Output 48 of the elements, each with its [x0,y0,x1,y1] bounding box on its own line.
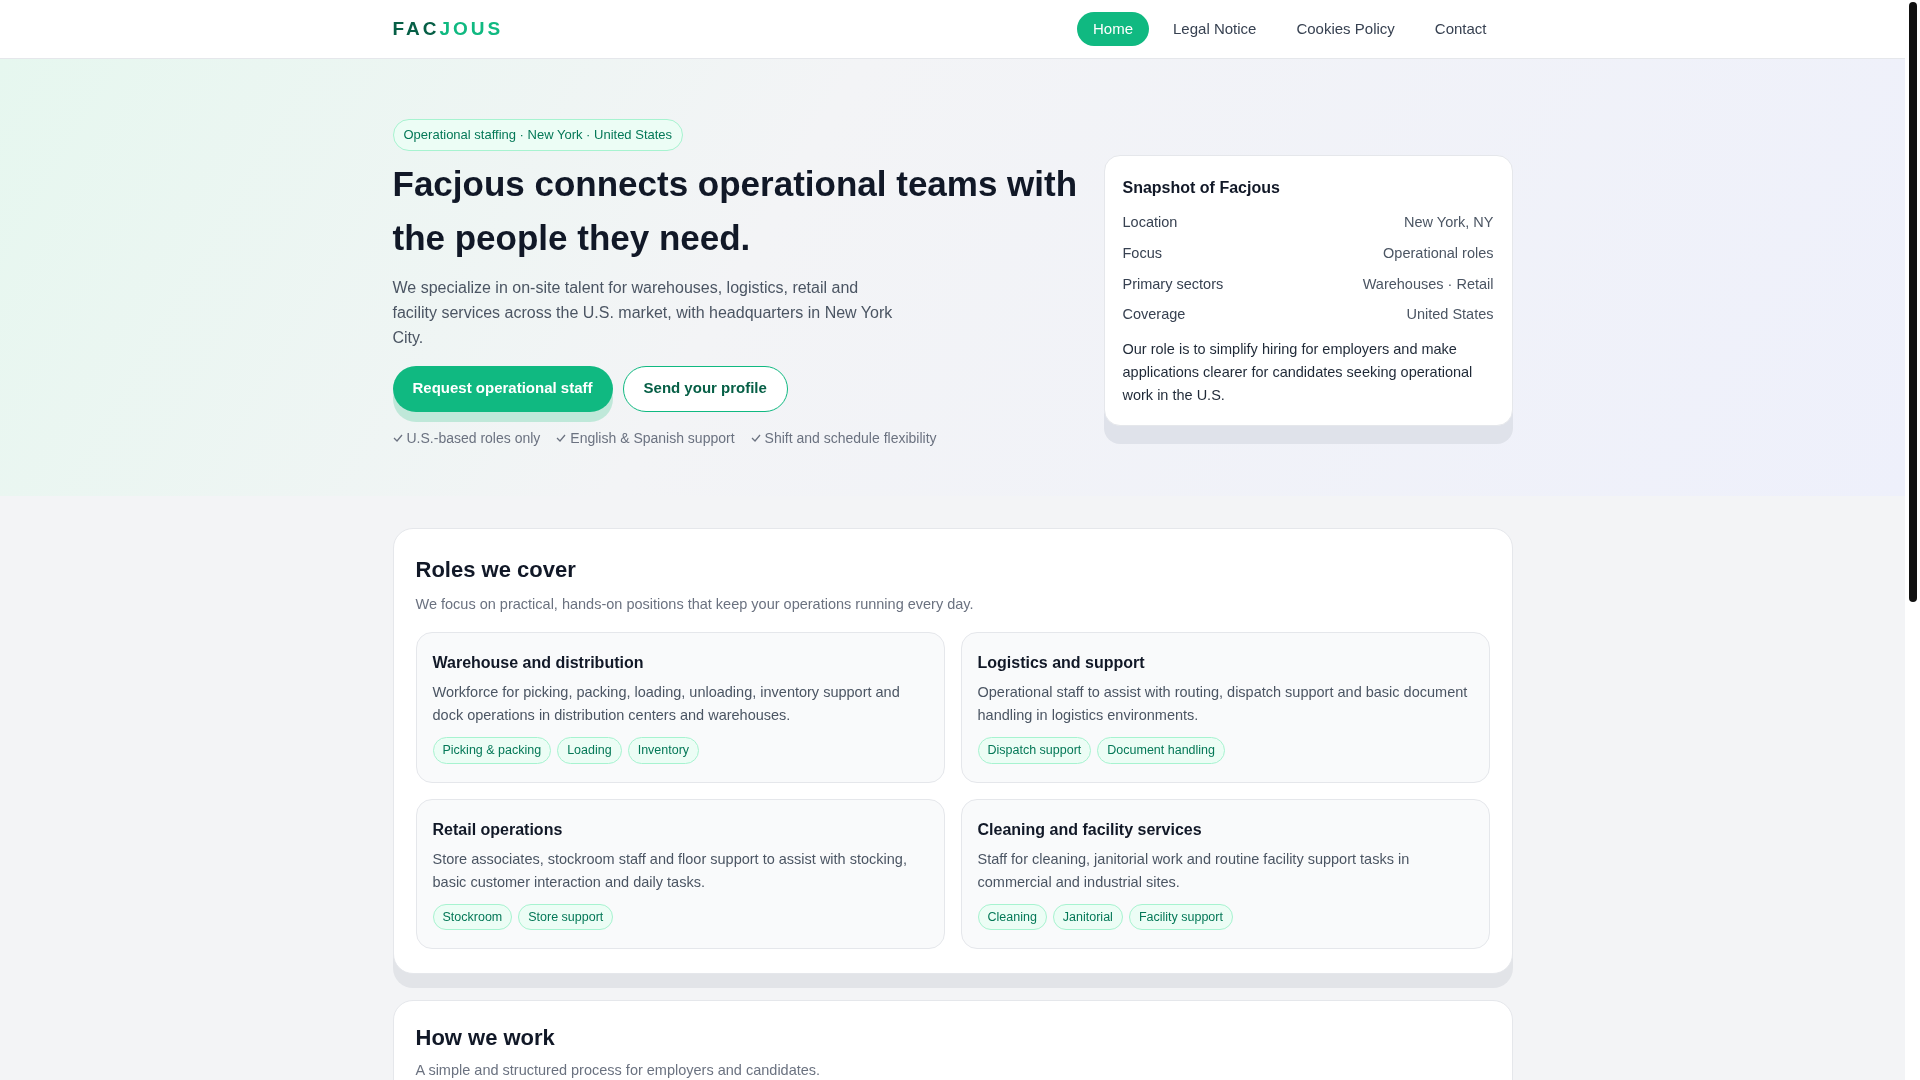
nav-link[interactable]: Legal Notice [1157,11,1273,47]
snapshot-value: Operational roles [1383,243,1494,263]
role-text: Store associates, stockroom staff and floor support to assist with stocking, basic customer interaction and daily tasks. [432,849,908,892]
snapshot-value: United States [1406,305,1494,325]
role-title: Logistics and support [977,652,1146,673]
snapshot-label: Location [1122,213,1178,232]
role-tag: Loading [557,736,622,764]
role-tag: Store support [518,903,614,931]
scrollbar-thumb[interactable] [1908,2,1917,602]
hero-text: We specialize in on-site talent for warehouses, logistics, retail and facility services across the U.S. market, with headquarters in New York City. [392,277,894,348]
role-text: Staff for cleaning, janitorial work and routine facility support tasks in commercial and industrial sites. [977,849,1411,892]
section-title: How we work [415,1024,556,1053]
check-icon [750,434,761,442]
section-subtitle: We focus on practical, hands-on positions that keep your operations running every day. [415,595,975,614]
role-text: Operational staff to assist with routing, dispatch support and basic document handling in logistics environments. [977,682,1469,725]
feature-text: English & Spanish support [570,428,735,448]
check-icon [392,434,403,442]
snapshot-value: Warehouses · Retail [1362,274,1494,294]
scrollbar[interactable] [1905,0,1920,1080]
snapshot-value: New York, NY [1404,213,1494,232]
snapshot-text: Our role is to simplify hiring for employers and make applications clearer for candidates seeking operational work in the U.S. [1122,340,1474,405]
role-tag: Document handling [1097,736,1226,764]
snapshot-label: Coverage [1122,305,1186,325]
role-tag: Stockroom [432,903,513,931]
role-tag: Inventory [627,736,700,764]
role-tag: Cleaning [977,903,1047,931]
section-subtitle: A simple and structured process for employers and candidates. [415,1061,822,1080]
brand-logo[interactable]: FAC JOUS [392,14,504,44]
feature-text: U.S.-based roles only [406,428,541,448]
role-tag: Dispatch support [977,736,1092,764]
nav-link[interactable]: Cookies Policy [1280,11,1411,47]
role-title: Warehouse and distribution [432,652,645,673]
send-profile-button[interactable]: Send your profile [622,365,788,412]
hero-badge: Operational staffing · New York · United States [392,119,684,151]
check-icon [556,434,567,442]
role-title: Cleaning and facility services [977,819,1203,840]
role-title: Retail operations [432,819,564,840]
role-text: Workforce for picking, packing, loading, unloading, inventory support and dock operations in distribution centers and warehouses. [432,682,901,725]
snapshot-label: Primary sectors [1122,274,1224,294]
snapshot-label: Focus [1122,243,1162,263]
snapshot-title: Snapshot of Facjous [1122,178,1281,198]
nav-link[interactable]: Contact [1418,11,1503,47]
role-tag: Facility support [1128,903,1233,931]
role-tag: Picking & packing [432,736,552,764]
role-tag: Janitorial [1052,903,1123,931]
hero-title: Facjous connects operational teams with the people they need. [392,162,1079,259]
section-title: Roles we cover [415,556,577,584]
feature-text: Shift and schedule flexibility [764,428,937,448]
